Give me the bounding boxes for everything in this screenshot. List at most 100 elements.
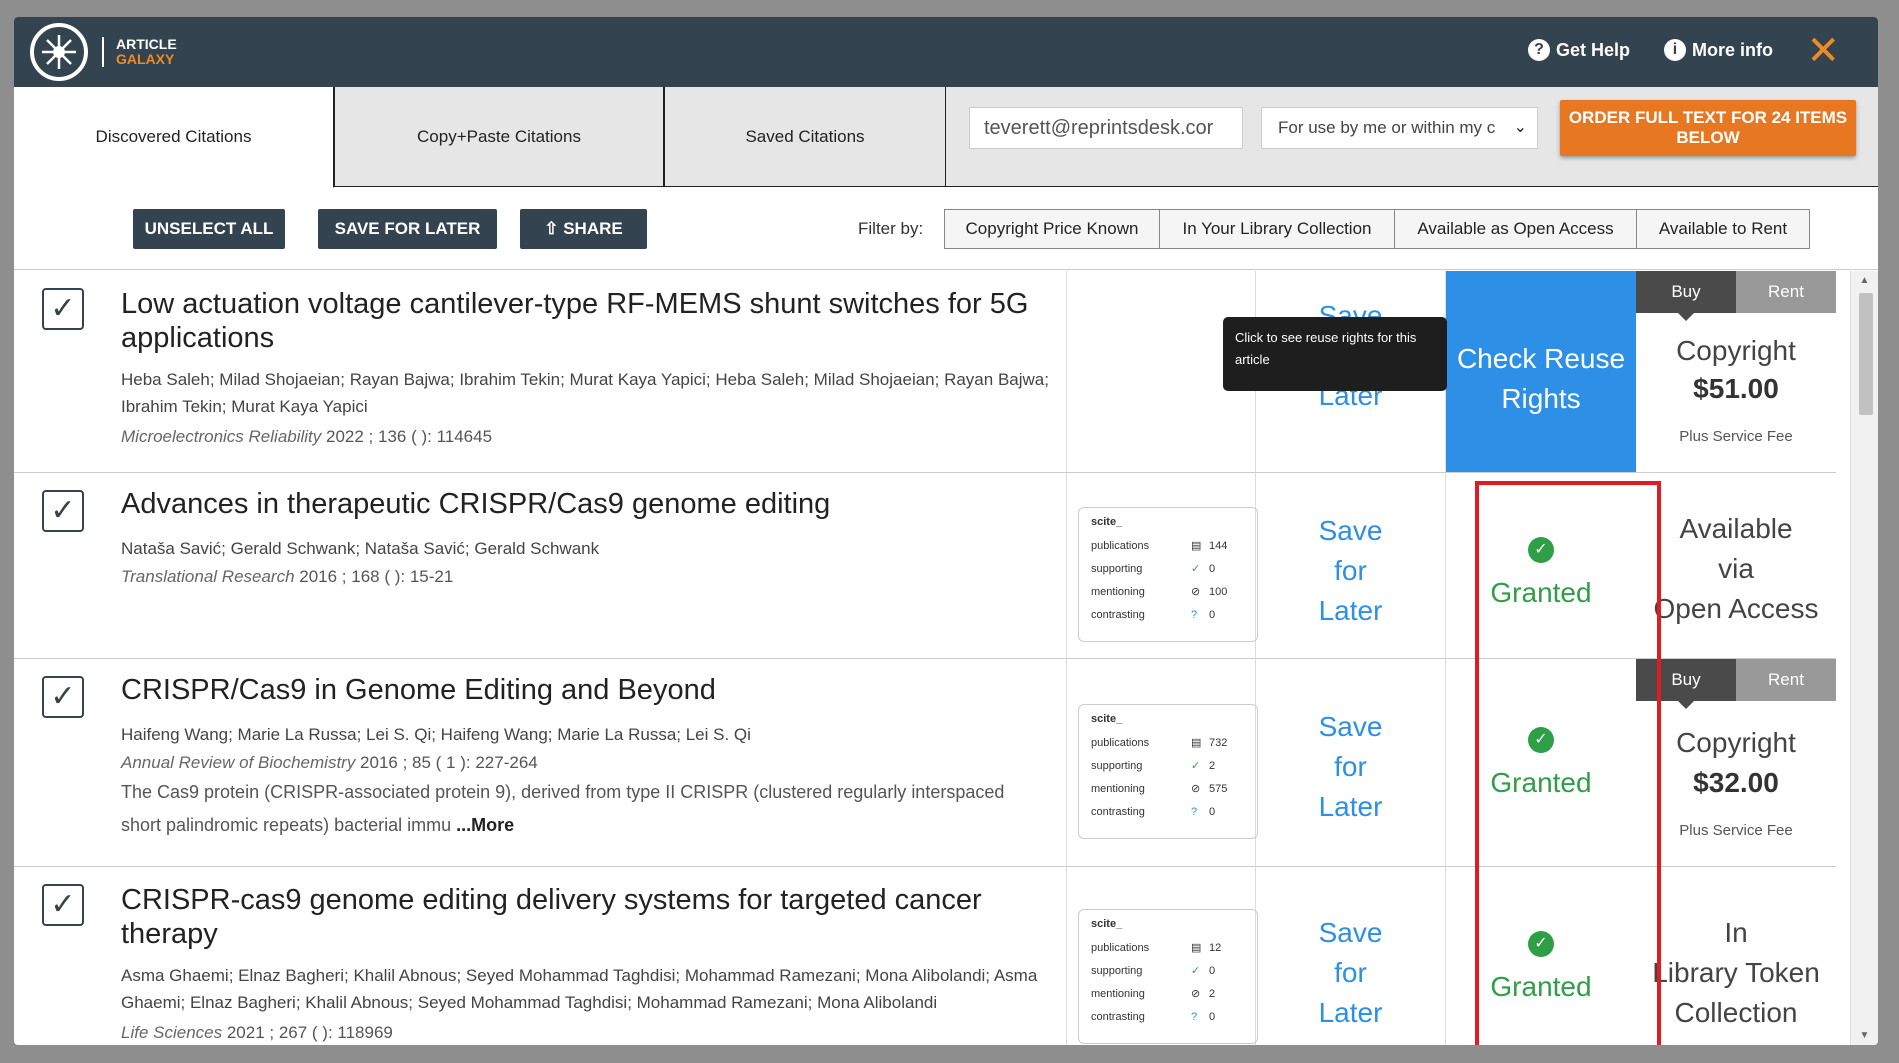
- tab-discovered-citations[interactable]: Discovered Citations: [14, 87, 334, 188]
- unselect-all-button[interactable]: UNSELECT ALL: [133, 209, 285, 249]
- save-later-text: Save for Later: [1256, 913, 1445, 1033]
- select-checkbox[interactable]: ✓: [42, 676, 84, 718]
- article-authors: Heba Saleh; Milad Shojaeian; Rayan Bajwa…: [121, 370, 1049, 416]
- buy-rent-toggle: Buy Rent: [1636, 271, 1836, 321]
- scite-contrasting: contrasting? 0: [1091, 1010, 1216, 1023]
- scite-publications: publications ▤ 12: [1091, 941, 1222, 955]
- get-help-label: Get Help: [1556, 39, 1631, 60]
- select-checkbox[interactable]: ✓: [42, 288, 84, 330]
- journal-citation: 2016 ; 168 ( ): 15-21: [294, 567, 454, 586]
- scite-supporting: supporting ✓ 2: [1091, 759, 1216, 773]
- copyright-price: $51.00: [1693, 373, 1779, 404]
- journal-citation: 2022 ; 136 ( ): 114645: [321, 427, 493, 446]
- get-help-link[interactable]: ? Get Help: [1528, 39, 1630, 61]
- check-rights-line1: Check Reuse: [1456, 343, 1626, 374]
- save-for-later-button[interactable]: SAVE FOR LATER: [318, 209, 497, 249]
- article-title[interactable]: Advances in therapeutic CRISPR/Cas9 geno…: [121, 487, 1061, 521]
- rent-tab[interactable]: Rent: [1736, 659, 1836, 701]
- check-rights-line2: Rights: [1501, 383, 1581, 414]
- check-circle-icon: ✓: [1191, 563, 1201, 575]
- buy-rent-toggle: Buy Rent: [1636, 659, 1836, 709]
- select-checkbox[interactable]: ✓: [42, 884, 84, 926]
- article-title[interactable]: Low actuation voltage cantilever-type RF…: [121, 287, 1061, 355]
- article-authors: Asma Ghaemi; Elnaz Bagheri; Khalil Abnou…: [121, 966, 1038, 1012]
- email-field[interactable]: teverett@reprintsdesk.cor: [969, 107, 1243, 149]
- scrollbar[interactable]: ▲ ▼: [1850, 271, 1878, 1045]
- tab-saved-citations[interactable]: Saved Citations: [664, 87, 946, 187]
- reuse-rights-tooltip: Click to see reuse rights for this artic…: [1223, 317, 1447, 391]
- scroll-thumb[interactable]: [1859, 293, 1873, 415]
- use-select[interactable]: For use by me or within my c ⌄: [1261, 107, 1538, 149]
- scite-brand: scite_: [1091, 713, 1123, 725]
- document-icon: ▤: [1191, 737, 1202, 749]
- logo-text: ARTICLE GALAXY: [102, 37, 177, 67]
- top-bar: ARTICLE GALAXY ? Get Help i More info ✕: [14, 17, 1878, 87]
- scite-publications: publications ▤ 144: [1091, 539, 1228, 553]
- slash-circle-icon: ⊘: [1191, 783, 1201, 795]
- copyright-label: Copyright: [1676, 335, 1796, 366]
- journal-citation: 2016 ; 85 ( 1 ): 227-264: [355, 753, 538, 772]
- article-galaxy-window: ARTICLE GALAXY ? Get Help i More info ✕ …: [14, 17, 1878, 1045]
- slash-circle-icon: ⊘: [1191, 586, 1201, 598]
- share-icon: ⇧: [544, 219, 564, 238]
- document-icon: ▤: [1191, 942, 1202, 954]
- tab-copy-paste-citations[interactable]: Copy+Paste Citations: [334, 87, 664, 187]
- service-fee-note: Plus Service Fee: [1679, 822, 1793, 839]
- article-title[interactable]: CRISPR/Cas9 in Genome Editing and Beyond: [121, 673, 1061, 707]
- price-column: Buy Rent Copyright $51.00 Plus Service F…: [1636, 271, 1836, 472]
- journal-name: Annual Review of Biochemistry: [121, 753, 356, 772]
- save-later-line2: for: [1334, 751, 1367, 782]
- scite-column: scite_ publications ▤ 12 supporting ✓ 0 ment…: [1066, 867, 1258, 1045]
- close-icon[interactable]: ✕: [1806, 31, 1840, 71]
- article-journal: Annual Review of Biochemistry 2016 ; 85 …: [121, 753, 1061, 773]
- price-column: Buy Rent Copyright $32.00 Plus Service F…: [1636, 659, 1836, 866]
- buy-tab[interactable]: Buy: [1636, 271, 1736, 321]
- rent-tab[interactable]: Rent: [1736, 271, 1836, 313]
- save-later-line2: for: [1334, 555, 1367, 586]
- order-full-text-button[interactable]: ORDER FULL TEXT FOR 24 ITEMS BELOW: [1560, 100, 1856, 156]
- save-later-line3: Later: [1318, 791, 1383, 822]
- filter-available-to-rent[interactable]: Available to Rent: [1636, 209, 1810, 249]
- scite-column: scite_ publications ▤ 732 supporting ✓ 2 men…: [1066, 659, 1258, 866]
- scite-badge[interactable]: scite_ publications ▤ 144 supporting ✓ 0 men…: [1078, 507, 1258, 642]
- filter-open-access[interactable]: Available as Open Access: [1394, 209, 1637, 249]
- price-column: Available via Open Access: [1636, 473, 1836, 658]
- more-link[interactable]: ...More: [456, 815, 514, 835]
- journal-name: Translational Research: [121, 567, 295, 586]
- use-select-value: For use by me or within my c: [1278, 118, 1496, 137]
- filter-in-library-collection[interactable]: In Your Library Collection: [1159, 209, 1395, 249]
- more-info-link[interactable]: i More info: [1664, 39, 1773, 61]
- galaxy-logo-icon: [30, 23, 88, 81]
- article-abstract: The Cas9 protein (CRISPR-associated prot…: [121, 776, 1021, 842]
- save-later-link[interactable]: Save for Later: [1256, 659, 1446, 866]
- scite-badge[interactable]: scite_ publications ▤ 12 supporting ✓ 0 ment…: [1078, 909, 1258, 1044]
- scite-mentioning: mentioning ⊘ 575: [1091, 782, 1228, 796]
- check-reuse-rights-button[interactable]: Check Reuse Rights: [1446, 271, 1636, 472]
- abstract-text: The Cas9 protein (CRISPR-associated prot…: [121, 782, 1005, 835]
- article-title[interactable]: CRISPR-cas9 genome editing delivery syst…: [121, 883, 1061, 951]
- share-label: SHARE: [563, 219, 623, 238]
- scite-badge[interactable]: scite_ publications ▤ 732 supporting ✓ 2 men…: [1078, 704, 1258, 839]
- citation-row: ✓ Low actuation voltage cantilever-type …: [14, 271, 1836, 473]
- save-later-line1: Save: [1318, 917, 1383, 948]
- scite-mentioning: mentioning ⊘ 2: [1091, 987, 1216, 1001]
- article-authors: Nataša Savić; Gerald Schwank; Nataša Sav…: [121, 539, 600, 558]
- scite-brand: scite_: [1091, 516, 1123, 528]
- save-later-text: Save for Later: [1256, 511, 1445, 631]
- scroll-down-icon[interactable]: ▼: [1851, 1030, 1878, 1041]
- select-checkbox[interactable]: ✓: [42, 490, 84, 532]
- save-later-link[interactable]: Save for Later: [1256, 473, 1446, 658]
- share-button[interactable]: ⇧ SHARE: [520, 209, 647, 249]
- save-later-link[interactable]: Save for Later: [1256, 867, 1446, 1045]
- filter-copyright-price-known[interactable]: Copyright Price Known: [944, 209, 1160, 249]
- scite-mentioning: mentioning ⊘ 100: [1091, 585, 1228, 599]
- scroll-up-icon[interactable]: ▲: [1851, 275, 1878, 286]
- save-later-line3: Later: [1318, 997, 1383, 1028]
- scite-column: scite_ publications ▤ 144 supporting ✓ 0 men…: [1066, 473, 1258, 658]
- info-icon: i: [1664, 39, 1686, 61]
- availability-status: Available via Open Access: [1653, 513, 1819, 624]
- scite-supporting: supporting ✓ 0: [1091, 562, 1216, 576]
- toolbar: UNSELECT ALL SAVE FOR LATER ⇧ SHARE Filt…: [14, 188, 1878, 270]
- save-later-line1: Save: [1318, 711, 1383, 742]
- scite-contrasting: contrasting? 0: [1091, 805, 1216, 818]
